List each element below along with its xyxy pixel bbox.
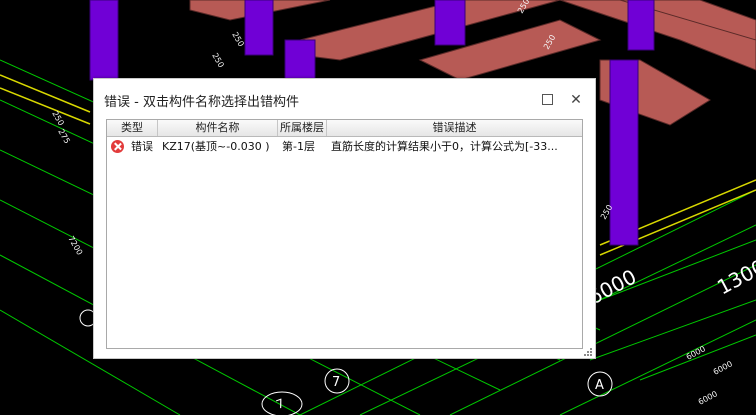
dim-small: 250 — [210, 52, 225, 70]
row-floor: 第-1层 — [282, 140, 315, 153]
column-header-floor[interactable]: 所属楼层 — [278, 120, 327, 136]
dim-small: 6000 — [685, 344, 707, 362]
row-type: 错误 — [131, 140, 153, 153]
column-header-component[interactable]: 构件名称 — [158, 120, 278, 136]
table-row[interactable]: 错误 KZ17(基顶~-0.030 ) 第-1层 直筋长度的计算结果小于0，计算… — [107, 137, 582, 156]
column-header-description[interactable]: 错误描述 — [327, 120, 582, 136]
dim-small: 250 — [230, 31, 245, 49]
row-component-name[interactable]: KZ17(基顶~-0.030 ) — [162, 137, 278, 156]
close-button[interactable]: ✕ — [566, 89, 586, 109]
dim-small: 275 — [56, 128, 71, 146]
dialog-titlebar[interactable]: 错误 - 双击构件名称选择出错构件 ✕ — [94, 79, 595, 119]
error-icon — [111, 140, 124, 153]
dim-small: 6000 — [712, 359, 734, 377]
error-table[interactable]: 类型 构件名称 所属楼层 错误描述 错误 KZ17(基顶~-0.030 ) 第-… — [106, 119, 583, 349]
axis-label: 7 — [274, 396, 286, 412]
close-icon: ✕ — [570, 92, 582, 108]
error-dialog: 错误 - 双击构件名称选择出错构件 ✕ 类型 构件名称 所属楼层 错误描述 错误… — [93, 78, 596, 359]
resize-grip-icon[interactable] — [584, 348, 592, 356]
axis-label: 7 — [332, 375, 340, 390]
table-header: 类型 构件名称 所属楼层 错误描述 — [107, 120, 582, 137]
dim-small: 7200 — [66, 235, 84, 257]
maximize-button[interactable] — [537, 89, 557, 109]
dim-small: 6000 — [697, 389, 719, 407]
dim-label: 1300 — [713, 254, 756, 299]
column-header-type[interactable]: 类型 — [107, 120, 158, 136]
maximize-icon — [542, 94, 553, 105]
axis-label: A — [595, 378, 604, 393]
dialog-title: 错误 - 双击构件名称选择出错构件 — [104, 95, 299, 110]
row-description: 直筋长度的计算结果小于0，计算公式为[-33... — [331, 140, 558, 153]
